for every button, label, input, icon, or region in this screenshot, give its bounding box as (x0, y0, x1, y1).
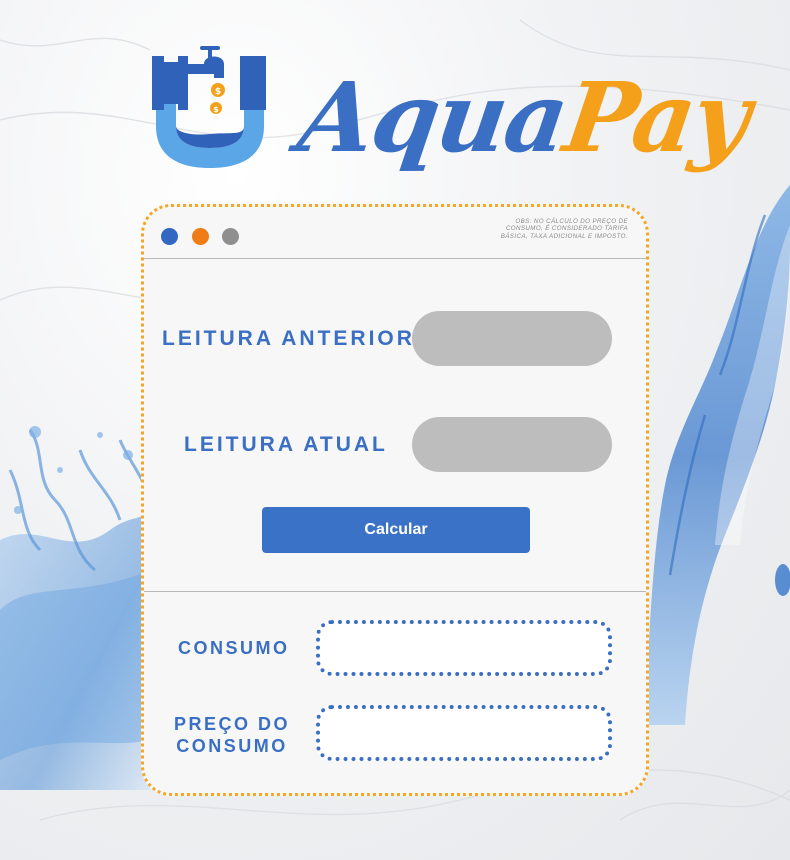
leitura-anterior-label: LEITURA ANTERIOR (162, 327, 415, 350)
water-splash-right (645, 185, 790, 725)
brand-name-pay: Pay (557, 61, 756, 174)
calculation-note: OBS: NO CÁLCULO DO PREÇO DE CONSUMO, É C… (500, 218, 628, 240)
preco-consumo-output (316, 705, 612, 761)
preco-consumo-label: PREÇO DO CONSUMO (174, 713, 290, 757)
calcular-button[interactable]: Calcular (262, 507, 530, 553)
preco-label-line1: PREÇO DO (174, 714, 291, 734)
window-titlebar: OBS: NO CÁLCULO DO PREÇO DE CONSUMO, É C… (144, 207, 646, 259)
leitura-atual-label: LEITURA ATUAL (184, 433, 388, 456)
window-dot-gray (222, 228, 239, 245)
leitura-atual-input[interactable] (412, 417, 612, 472)
leitura-anterior-input[interactable] (412, 311, 612, 366)
brand-name-aqua: Aqua (292, 61, 574, 174)
window-dot-orange (192, 228, 209, 245)
svg-text:$: $ (215, 87, 221, 97)
consumo-label: CONSUMO (178, 638, 290, 658)
section-divider (144, 591, 646, 592)
calculator-card: OBS: NO CÁLCULO DO PREÇO DE CONSUMO, É C… (141, 204, 649, 796)
window-dot-blue (161, 228, 178, 245)
preco-label-line2: CONSUMO (176, 736, 288, 756)
faucet-pipe-coins-icon: $ $ (152, 46, 266, 168)
consumo-output (316, 620, 612, 676)
svg-text:$: $ (213, 105, 219, 114)
brand-name: AquaPay (290, 48, 757, 188)
water-splash-left (0, 426, 150, 790)
